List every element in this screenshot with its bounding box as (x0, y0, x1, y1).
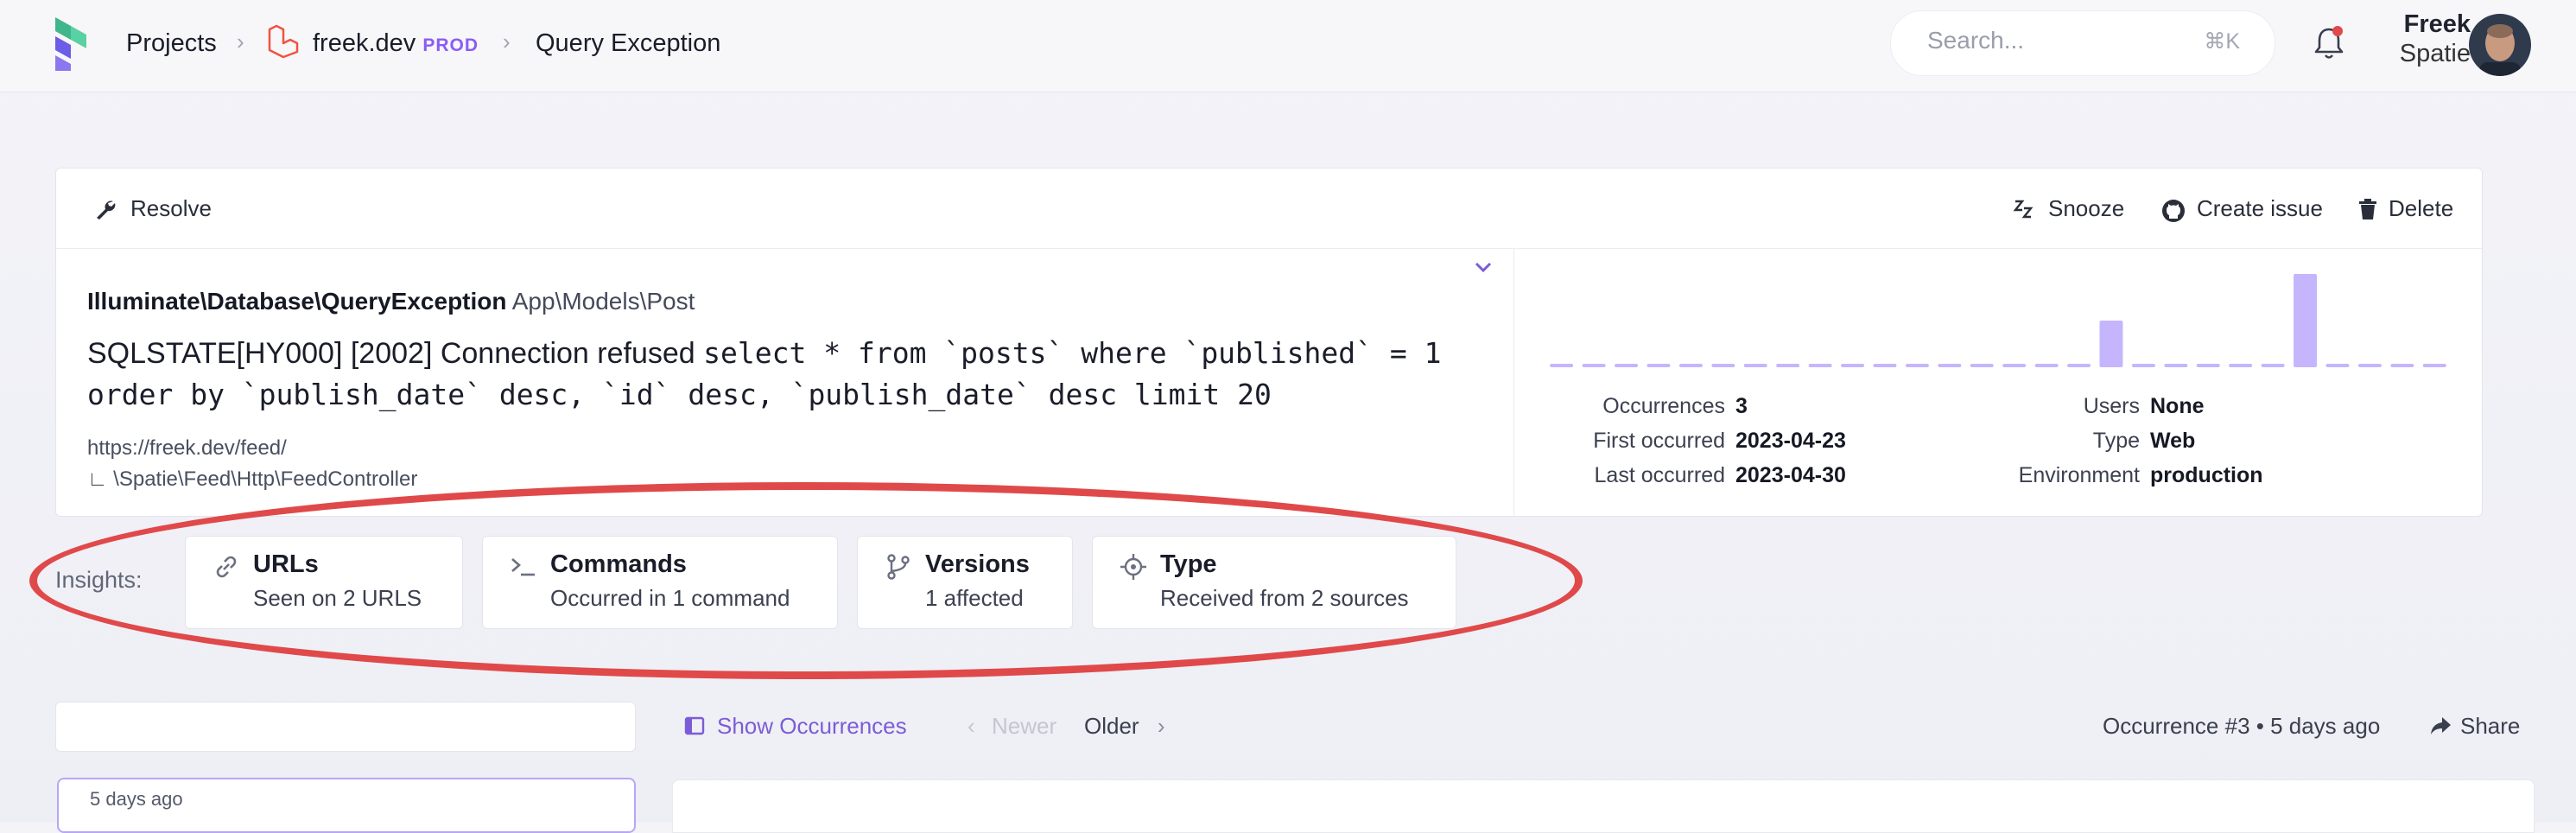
chevron-down-icon[interactable] (1471, 255, 1495, 279)
chart-bar[interactable] (1938, 364, 1962, 367)
breadcrumb-current: Query Exception (536, 29, 721, 57)
breadcrumb-separator: › (503, 29, 511, 54)
sidebar-panel-icon (684, 716, 705, 735)
highlight-ellipse (29, 482, 1583, 679)
avatar[interactable] (2469, 14, 2531, 76)
resolve-label: Resolve (130, 195, 212, 221)
create-issue-button[interactable]: Create issue (2160, 191, 2323, 226)
occurrences-label: Occurrences (1602, 394, 1725, 418)
newer-button[interactable]: ‹ Newer (968, 709, 1056, 743)
delete-label: Delete (2389, 195, 2454, 221)
chart-bar[interactable] (2325, 364, 2350, 367)
breadcrumb-project[interactable]: freek.dev PROD (313, 26, 479, 63)
chart-bar[interactable] (1582, 364, 1606, 367)
show-occurrences-button[interactable]: Show Occurrences (684, 709, 907, 743)
chart-bar[interactable] (2358, 364, 2382, 367)
user-first-name[interactable]: Freek (2367, 10, 2471, 39)
card-divider (1513, 248, 1514, 516)
type-value: Web (2150, 429, 2196, 453)
type-label: Type (2092, 429, 2140, 453)
chart-bar[interactable] (2067, 364, 2091, 367)
snooze-icon (2013, 200, 2034, 219)
top-bar: Projects › freek.dev PROD › Query Except… (0, 0, 2576, 92)
occurrence-time: 5 days ago (90, 788, 183, 810)
chart-bar[interactable] (2229, 364, 2253, 367)
user-last-name[interactable]: Spatie (2367, 40, 2471, 68)
occurrences-value: 3 (1735, 394, 1748, 418)
chart-bar[interactable] (1550, 364, 1574, 367)
wrench-icon (97, 200, 116, 219)
share-button[interactable]: Share (2429, 709, 2520, 743)
chart-bar[interactable] (1646, 364, 1671, 367)
chart-bar[interactable] (1906, 364, 1929, 367)
occurrence-list-item[interactable]: 5 days ago (57, 778, 636, 833)
resolve-button[interactable]: Resolve (94, 191, 212, 226)
chart-bar[interactable] (2196, 364, 2220, 367)
chart-bar[interactable] (2422, 364, 2446, 367)
delete-button[interactable]: Delete (2357, 191, 2453, 226)
search-input[interactable]: Search... ⌘K (1890, 10, 2275, 76)
show-occurrences-label: Show Occurrences (717, 713, 907, 739)
chart-bar[interactable] (2002, 364, 2027, 367)
environment-value: production (2150, 463, 2263, 487)
chevron-right-icon: › (1157, 713, 1165, 739)
chart-bar[interactable] (1841, 364, 1864, 367)
chart-bar[interactable] (2099, 321, 2123, 367)
older-label: Older (1084, 713, 1139, 739)
search-shortcut: ⌘K (2204, 29, 2240, 54)
occurrence-chart (1550, 274, 2446, 367)
chart-bar[interactable] (1970, 364, 1994, 367)
chart-bar[interactable] (1711, 364, 1735, 367)
occurrence-current: Occurrence #3 • 5 days ago (2103, 713, 2381, 739)
older-button[interactable]: Older › (1084, 709, 1165, 743)
exception-class-line: Illuminate\Database\QueryException App\M… (87, 286, 695, 317)
chevron-left-icon: ‹ (968, 713, 975, 739)
first-occurred-value: 2023-04-23 (1735, 429, 1846, 453)
error-card: Resolve Snooze Create issue Delete Illum… (55, 168, 2483, 517)
share-label: Share (2460, 713, 2521, 739)
users-value: None (2150, 394, 2205, 418)
exception-class: Illuminate\Database\QueryException (87, 288, 507, 315)
github-icon (2162, 200, 2185, 222)
env-badge: PROD (422, 35, 479, 55)
controller-path: ∟ \Spatie\Feed\Http\FeedController (87, 467, 418, 491)
newer-label: Newer (992, 713, 1057, 739)
exception-message: SQLSTATE[HY000] [2002] Connection refuse… (87, 333, 1469, 416)
breadcrumb-projects[interactable]: Projects (126, 26, 217, 60)
first-occurred-label: First occurred (1593, 429, 1725, 453)
chart-bar[interactable] (1615, 364, 1638, 367)
occurrence-detail-panel (672, 779, 2535, 833)
last-occurred-value: 2023-04-30 (1735, 463, 1846, 487)
trash-icon (2359, 199, 2376, 219)
error-toolbar: Resolve Snooze Create issue Delete (56, 169, 2482, 249)
chart-bar[interactable] (1743, 364, 1767, 367)
chart-bar[interactable] (2132, 364, 2155, 367)
share-icon (2431, 717, 2451, 734)
occurrence-filter-input[interactable] (55, 702, 636, 752)
chart-bar[interactable] (2164, 364, 2188, 367)
snooze-label: Snooze (2048, 195, 2125, 221)
breadcrumb-separator: › (237, 29, 244, 54)
exception-model: App\Models\Post (511, 288, 695, 315)
chart-bar[interactable] (2034, 364, 2059, 367)
last-occurred-label: Last occurred (1594, 463, 1725, 487)
chart-bar[interactable] (2390, 364, 2414, 367)
bell-icon[interactable] (2312, 24, 2346, 62)
chart-bar[interactable] (1808, 364, 1832, 367)
search-placeholder: Search... (1927, 27, 2025, 54)
flare-logo-icon[interactable] (52, 14, 95, 74)
snooze-button[interactable]: Snooze (2012, 191, 2124, 226)
create-issue-label: Create issue (2197, 195, 2323, 221)
chart-bar[interactable] (1679, 364, 1703, 367)
chart-bar[interactable] (1873, 364, 1897, 367)
chart-bar[interactable] (2294, 274, 2317, 367)
exception-message-prefix: SQLSTATE[HY000] [2002] Connection refuse… (87, 337, 695, 370)
users-label: Users (2083, 394, 2140, 418)
chart-bar[interactable] (1776, 364, 1800, 367)
laravel-icon (268, 24, 299, 59)
request-url[interactable]: https://freek.dev/feed/ (87, 436, 287, 461)
chart-bar[interactable] (2261, 364, 2285, 367)
project-name: freek.dev (313, 29, 416, 57)
environment-label: Environment (2018, 463, 2140, 487)
